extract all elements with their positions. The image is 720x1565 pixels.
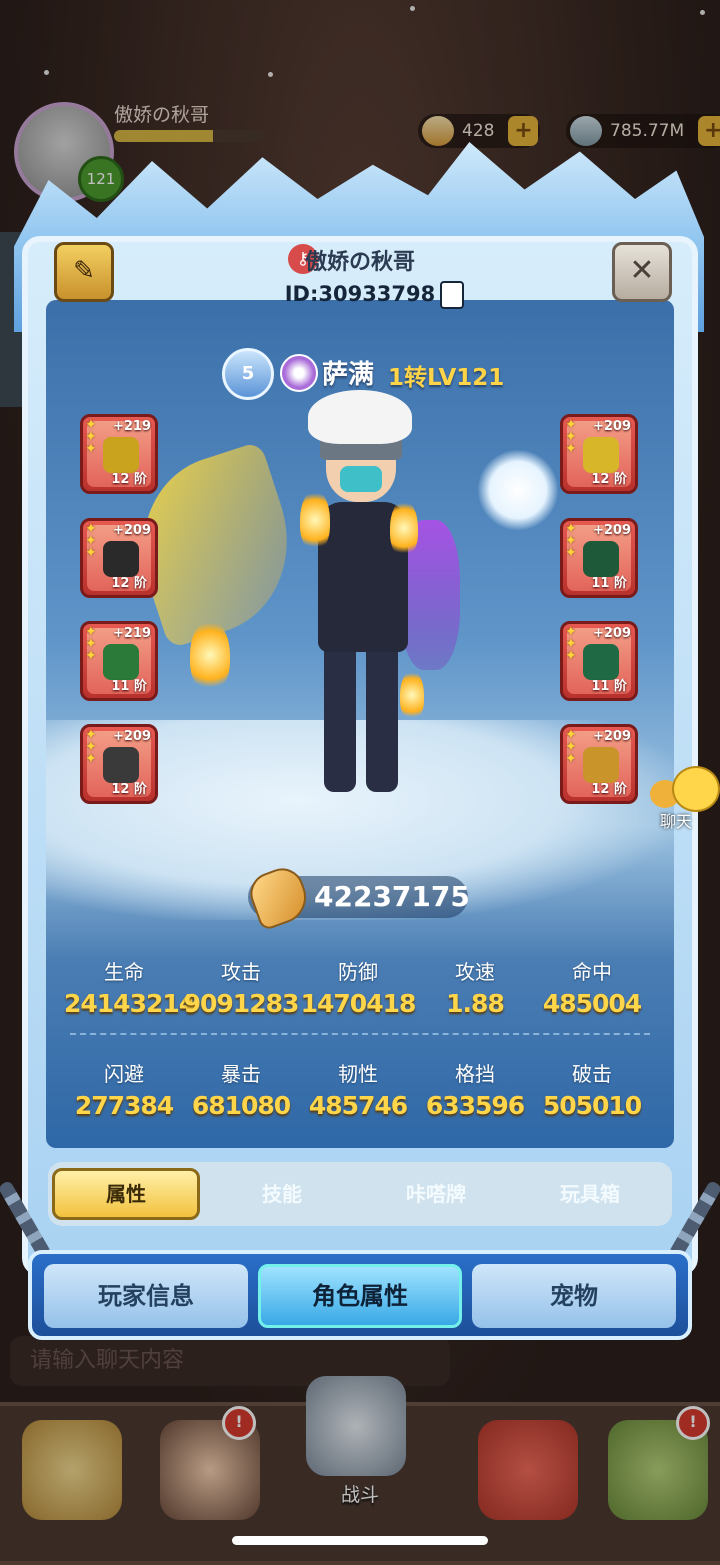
enhance-level: +219 xyxy=(112,419,151,434)
tab-attributes[interactable]: 属性 xyxy=(52,1168,200,1220)
equipment-slot-pants[interactable]: ✦ ✦ ✦ +209 11 阶 xyxy=(560,621,638,701)
character-hat xyxy=(308,390,412,444)
tier-label: 12 阶 xyxy=(591,782,627,797)
tab-player-info[interactable]: 玩家信息 xyxy=(44,1264,248,1328)
enhance-level: +209 xyxy=(592,626,631,641)
character-model xyxy=(117,380,480,810)
divider xyxy=(70,1033,650,1035)
tier-label: 12 阶 xyxy=(591,472,627,487)
flame-effect xyxy=(190,620,230,690)
enhance-level: +219 xyxy=(112,626,151,641)
tab-pets[interactable]: 宠物 xyxy=(472,1264,676,1328)
tab-character-attributes[interactable]: 角色属性 xyxy=(258,1264,462,1328)
tier-label: 11 阶 xyxy=(591,576,627,591)
stat-value: 633596 xyxy=(425,1091,525,1120)
chat-button[interactable]: 聊天 xyxy=(650,766,720,831)
stat-label: 攻速 xyxy=(455,960,495,984)
enhance-level: +209 xyxy=(592,419,631,434)
enhance-level: +209 xyxy=(592,523,631,538)
tab-toybox[interactable]: 玩具箱 xyxy=(516,1168,664,1220)
star-rating-icon: ✦ ✦ ✦ xyxy=(85,727,97,767)
moon-decoration xyxy=(478,450,558,530)
tab-cards[interactable]: 咔嗒牌 xyxy=(362,1168,510,1220)
stat-block: 格挡 633596 xyxy=(415,1058,535,1120)
stat-dodge: 闪避 277384 xyxy=(64,1058,184,1120)
stat-value: 505010 xyxy=(542,1091,642,1120)
stat-crit: 暴击 681080 xyxy=(181,1058,301,1120)
enhance-level: +209 xyxy=(592,729,631,744)
stat-hp: 生命 24143214 xyxy=(64,956,196,1018)
enhance-level: +209 xyxy=(112,523,151,538)
character-mask xyxy=(340,466,382,492)
smiley-icon xyxy=(672,766,720,812)
star-rating-icon: ✦ ✦ ✦ xyxy=(565,521,577,561)
player-name: 傲娇の秋哥 xyxy=(304,250,415,275)
stat-attack-speed: 攻速 1.88 xyxy=(415,956,535,1018)
equipment-slot-boots[interactable]: ✦ ✦ ✦ +219 11 阶 xyxy=(80,621,158,701)
stat-toughness: 韧性 485746 xyxy=(298,1058,418,1120)
equipment-slot-armor[interactable]: ✦ ✦ ✦ +209 11 阶 xyxy=(560,518,638,598)
player-id: ID:30933798 xyxy=(284,282,436,306)
stat-penetration: 破击 505010 xyxy=(532,1058,652,1120)
flame-effect xyxy=(300,490,330,550)
stat-label: 防御 xyxy=(338,960,378,984)
star-rating-icon: ✦ ✦ ✦ xyxy=(85,624,97,664)
chat-label: 聊天 xyxy=(660,812,693,831)
star-rating-icon: ✦ ✦ ✦ xyxy=(565,624,577,664)
stat-value: 681080 xyxy=(191,1091,291,1120)
stat-label: 闪避 xyxy=(104,1062,144,1086)
home-indicator[interactable] xyxy=(232,1536,488,1545)
enhance-level: +209 xyxy=(112,729,151,744)
star-rating-icon: ✦ ✦ ✦ xyxy=(565,417,577,457)
flame-effect xyxy=(400,670,424,720)
stat-label: 格挡 xyxy=(455,1062,495,1086)
stat-label: 攻击 xyxy=(221,960,261,984)
main-tabs: 玩家信息 角色属性 宠物 xyxy=(28,1250,692,1340)
equipment-slot-ring[interactable]: ✦ ✦ ✦ +209 12 阶 xyxy=(560,724,638,804)
stat-value: 485746 xyxy=(308,1091,408,1120)
equipment-slot-necklace[interactable]: ✦ ✦ ✦ +209 12 阶 xyxy=(80,518,158,598)
flame-effect xyxy=(390,500,418,556)
character-leg xyxy=(324,642,356,792)
stat-label: 命中 xyxy=(572,960,612,984)
stat-value: 277384 xyxy=(74,1091,174,1120)
star-rating-icon: ✦ ✦ ✦ xyxy=(565,727,577,767)
tier-label: 11 阶 xyxy=(591,679,627,694)
star-rating-icon: ✦ ✦ ✦ xyxy=(85,417,97,457)
stat-value: 1470418 xyxy=(300,989,417,1018)
stat-label: 生命 xyxy=(104,960,144,984)
equipment-slot-bracelet[interactable]: ✦ ✦ ✦ +209 12 阶 xyxy=(80,724,158,804)
combat-power-value: 42237175 xyxy=(314,880,470,913)
stat-value: 9091283 xyxy=(183,989,300,1018)
stat-defense: 防御 1470418 xyxy=(298,956,418,1018)
stat-label: 暴击 xyxy=(221,1062,261,1086)
copy-icon[interactable] xyxy=(440,281,464,309)
equipment-slot-offhand[interactable]: ✦ ✦ ✦ +209 12 阶 xyxy=(560,414,638,494)
stat-hit: 命中 485004 xyxy=(532,956,652,1018)
tier-label: 12 阶 xyxy=(111,472,147,487)
combat-power: 42237175 xyxy=(244,862,470,932)
star-rating-icon: ✦ ✦ ✦ xyxy=(85,521,97,561)
stat-value: 485004 xyxy=(542,989,642,1018)
equipment-slot-weapon[interactable]: ✦ ✦ ✦ +219 12 阶 xyxy=(80,414,158,494)
stat-attack: 攻击 9091283 xyxy=(181,956,301,1018)
stat-value: 24143214 xyxy=(64,989,196,1018)
tier-label: 12 阶 xyxy=(111,782,147,797)
stat-value: 1.88 xyxy=(446,989,505,1018)
character-leg xyxy=(366,642,398,792)
tier-label: 12 阶 xyxy=(111,576,147,591)
stat-label: 破击 xyxy=(572,1062,612,1086)
tab-skills[interactable]: 技能 xyxy=(208,1168,356,1220)
stat-label: 韧性 xyxy=(338,1062,378,1086)
tier-label: 11 阶 xyxy=(111,679,147,694)
attribute-subtabs: 属性 技能 咔嗒牌 玩具箱 xyxy=(48,1162,672,1226)
